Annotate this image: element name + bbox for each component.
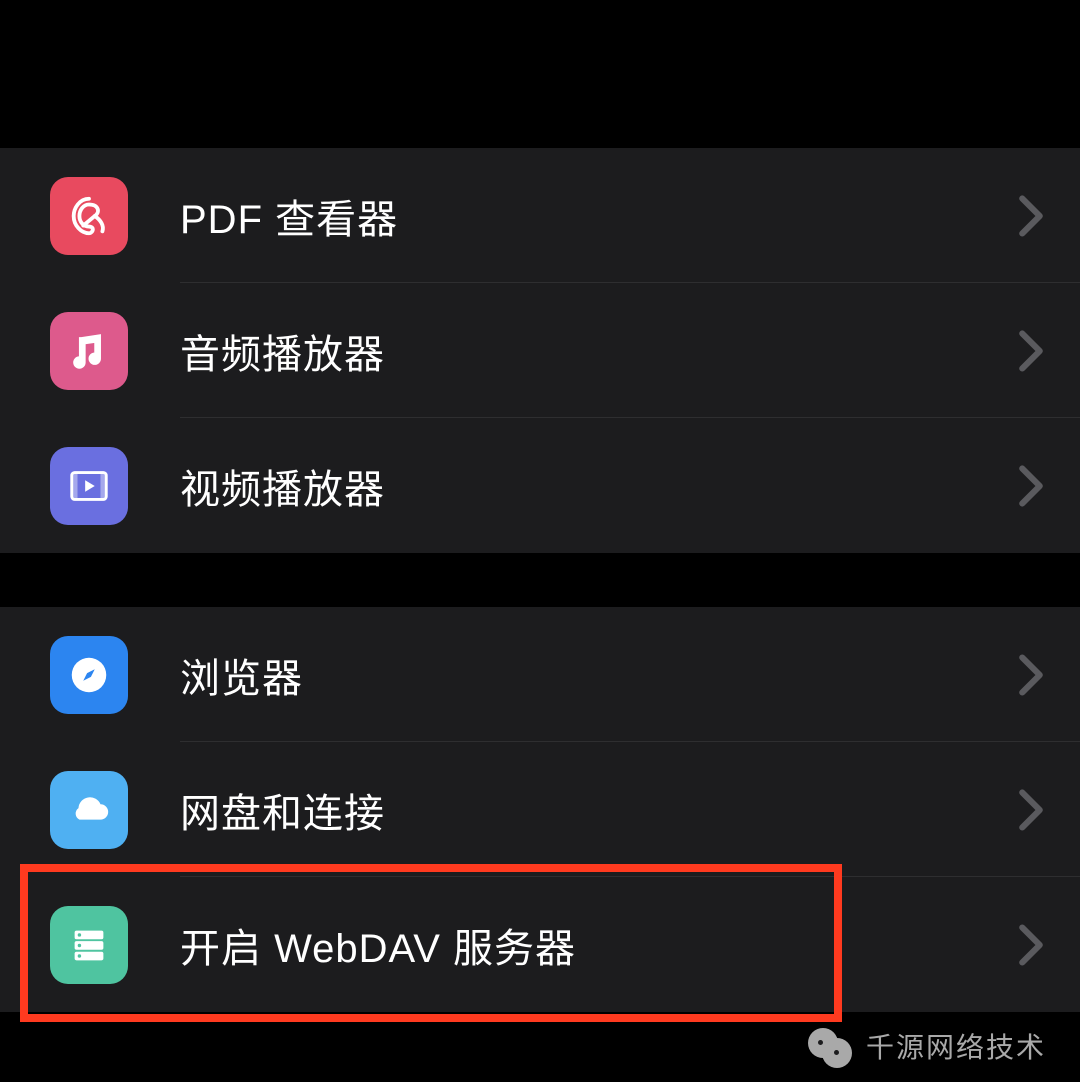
row-label: 网盘和连接 [180,781,1018,839]
chevron-right-icon [1018,330,1044,372]
row-label: PDF 查看器 [180,187,1018,245]
wechat-icon [808,1024,852,1068]
row-cloud-connections[interactable]: 网盘和连接 [0,742,1080,877]
pdf-icon [50,177,128,255]
row-label: 音频播放器 [180,322,1018,380]
watermark-text: 千源网络技术 [866,1026,1046,1066]
watermark: 千源网络技术 [808,1024,1046,1068]
chevron-right-icon [1018,924,1044,966]
video-icon [50,447,128,525]
chevron-right-icon [1018,654,1044,696]
settings-section-viewers: PDF 查看器 音频播放器 视频播放器 [0,148,1080,553]
row-label: 视频播放器 [180,457,1018,515]
row-label: 开启 WebDAV 服务器 [180,916,1018,974]
row-browser[interactable]: 浏览器 [0,607,1080,742]
chevron-right-icon [1018,789,1044,831]
cloud-icon [50,771,128,849]
row-label: 浏览器 [180,646,1018,704]
chevron-right-icon [1018,465,1044,507]
compass-icon [50,636,128,714]
settings-section-network: 浏览器 网盘和连接 开启 WebDAV 服务器 [0,607,1080,1012]
chevron-right-icon [1018,195,1044,237]
row-pdf-viewer[interactable]: PDF 查看器 [0,148,1080,283]
row-webdav-server[interactable]: 开启 WebDAV 服务器 [0,877,1080,1012]
music-icon [50,312,128,390]
row-video-player[interactable]: 视频播放器 [0,418,1080,553]
server-icon [50,906,128,984]
status-bar [0,0,1080,94]
row-audio-player[interactable]: 音频播放器 [0,283,1080,418]
